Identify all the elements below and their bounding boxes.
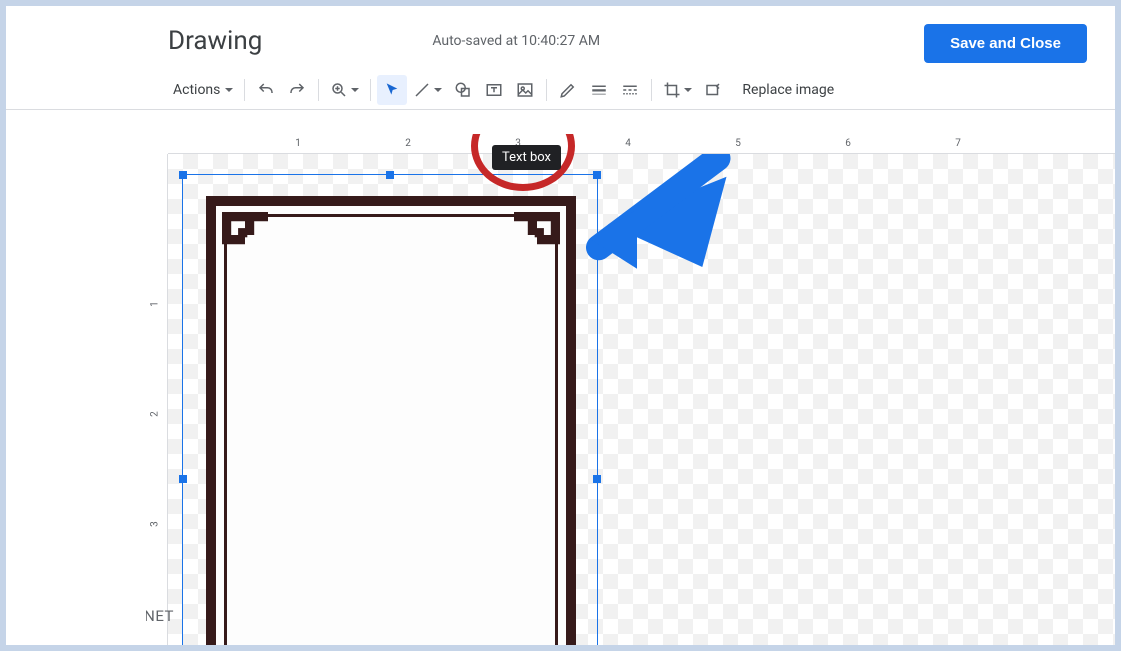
textbox-icon [485,81,503,99]
toolbar: Actions [6,70,1115,110]
select-tool[interactable] [377,75,407,105]
shape-icon [454,81,472,99]
image-tool[interactable] [510,75,540,105]
line-dash-icon [621,81,639,99]
redo-button[interactable] [282,75,312,105]
vertical-ruler: 1 2 3 [146,154,168,645]
resize-handle-w[interactable] [179,475,187,483]
replace-image-button[interactable]: Replace image [729,75,847,105]
resize-handle-n[interactable] [386,171,394,179]
selection-box[interactable] [182,174,598,645]
reset-image-icon [704,81,722,99]
annotation-arrow [586,154,746,284]
dialog-title: Drawing [168,26,262,56]
resize-handle-nw[interactable] [179,171,187,179]
watermark-suffix: .NET [146,607,174,625]
undo-button[interactable] [251,75,281,105]
autosave-status: Auto-saved at 10:40:27 AM [432,33,600,49]
textbox-tool[interactable] [479,75,509,105]
line-icon [413,81,431,99]
caret-down-icon [434,88,442,92]
line-weight-icon [590,81,608,99]
line-tool[interactable] [408,75,447,105]
undo-icon [257,81,275,99]
horizontal-ruler: 1 2 3 4 5 6 7 [168,134,1115,154]
crop-button[interactable] [658,75,697,105]
border-weight-button[interactable] [584,75,614,105]
resize-handle-e[interactable] [593,475,601,483]
border-dash-button[interactable] [615,75,645,105]
dialog-header: Drawing Auto-saved at 10:40:27 AM Save a… [6,6,1115,70]
textbox-tooltip: Text box [492,145,561,170]
watermark-logo: T TEMPLATE.NET [146,605,174,627]
crop-icon [663,81,681,99]
separator [244,79,245,101]
border-color-button[interactable] [553,75,583,105]
pen-icon [559,81,577,99]
separator [318,79,319,101]
caret-down-icon [684,88,692,92]
separator [651,79,652,101]
zoom-button[interactable] [325,75,364,105]
save-and-close-button[interactable]: Save and Close [924,24,1087,63]
canvas-area: Text box 1 2 3 4 5 6 7 1 2 3 [146,134,1115,645]
zoom-icon [330,81,348,99]
caret-down-icon [351,88,359,92]
cursor-icon [384,82,400,98]
drawing-dialog: Drawing Auto-saved at 10:40:27 AM Save a… [6,6,1115,645]
reset-image-button[interactable] [698,75,728,105]
caret-down-icon [225,88,233,92]
redo-icon [288,81,306,99]
image-icon [516,81,534,99]
actions-menu[interactable]: Actions [168,75,238,105]
shape-tool[interactable] [448,75,478,105]
separator [546,79,547,101]
separator [370,79,371,101]
